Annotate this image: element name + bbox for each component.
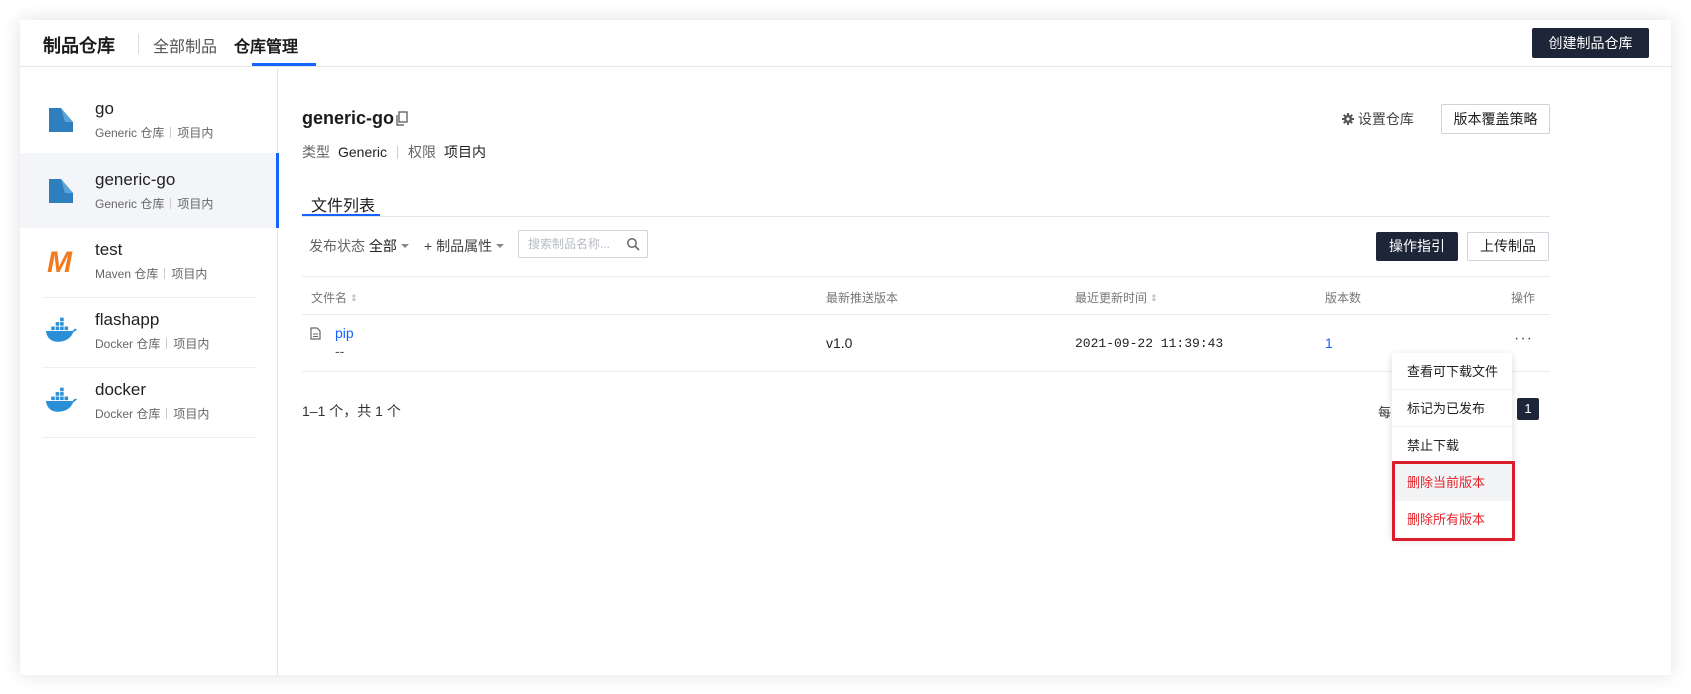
status-filter-label: 发布状态 — [309, 238, 365, 254]
chevron-down-icon — [496, 244, 505, 248]
menu-item-disable-download[interactable]: 禁止下载 — [1392, 427, 1512, 464]
repo-type: Docker 仓库 — [95, 337, 161, 351]
top-header: 制品仓库 全部制品 仓库管理 创建制品仓库 — [20, 20, 1671, 67]
attribute-filter-label: + 制品属性 — [424, 238, 493, 254]
sidebar-item-docker[interactable]: docker Docker 仓库 项目内 — [20, 363, 278, 438]
maven-icon: M — [47, 246, 73, 277]
repo-scope: 项目内 — [171, 267, 208, 281]
version-count-link[interactable]: 1 — [1325, 335, 1333, 351]
repo-name: test — [95, 240, 123, 259]
tab-repo-management[interactable]: 仓库管理 — [234, 33, 298, 57]
file-description: -- — [335, 343, 345, 359]
type-label: 类型 — [302, 144, 330, 160]
version-policy-button[interactable]: 版本覆盖策略 — [1441, 104, 1550, 134]
app-window: 制品仓库 全部制品 仓库管理 创建制品仓库 go Generic 仓库项目内 — [20, 20, 1671, 675]
docker-icon — [45, 387, 77, 412]
tabs-divider — [302, 216, 1550, 217]
brand-title: 制品仓库 — [43, 36, 115, 56]
status-filter-dropdown[interactable]: 发布状态 全部 — [309, 236, 409, 256]
pagination-summary: 1–1 个，共 1 个 — [302, 403, 401, 419]
column-header-actions: 操作 — [1511, 291, 1536, 305]
page-button-current[interactable]: 1 — [1517, 398, 1539, 420]
sidebar-item-test[interactable]: M test Maven 仓库 项目内 — [20, 223, 278, 298]
menu-item-delete-current-version[interactable]: 删除当前版本 — [1392, 464, 1512, 501]
attribute-filter-dropdown[interactable]: + 制品属性 — [424, 236, 505, 256]
repo-meta-row: 类型 Generic 权限 项目内 — [302, 142, 486, 162]
more-actions-icon[interactable]: ··· — [1514, 330, 1533, 348]
repo-name: generic-go — [95, 170, 176, 189]
repo-type: Docker 仓库 — [95, 407, 161, 421]
header-divider — [138, 34, 139, 54]
repo-meta: Generic 仓库 项目内 — [95, 124, 213, 141]
repo-scope: 项目内 — [173, 337, 210, 351]
settings-link-label: 设置仓库 — [1357, 111, 1414, 127]
column-header-name[interactable]: 文件名 ⇕ — [311, 289, 358, 306]
repo-type: Generic 仓库 — [95, 126, 165, 140]
repo-name: flashapp — [95, 310, 160, 329]
active-tab-indicator — [252, 63, 316, 66]
page-size-label: 每 — [1378, 405, 1392, 420]
sort-icon: ⇕ — [350, 293, 358, 303]
repo-title: generic-go — [302, 108, 395, 128]
menu-item-mark-published[interactable]: 标记为已发布 — [1392, 390, 1512, 427]
repo-scope: 项目内 — [177, 197, 214, 211]
repo-scope: 项目内 — [177, 126, 214, 140]
repo-meta: Docker 仓库 项目内 — [95, 335, 209, 352]
file-name-link[interactable]: pip — [335, 325, 354, 341]
docker-icon — [45, 317, 77, 342]
table-header-border — [302, 314, 1550, 315]
guide-button[interactable]: 操作指引 — [1376, 232, 1458, 261]
repo-sidebar: go Generic 仓库 项目内 generic-go Generic 仓库 项目… — [20, 68, 279, 675]
sidebar-item-generic-go[interactable]: generic-go Generic 仓库 项目内 — [20, 153, 279, 228]
table-row-border — [302, 371, 1550, 372]
sidebar-item-flashapp[interactable]: flashapp Docker 仓库 项目内 — [20, 293, 278, 368]
row-actions-menu: 查看可下载文件 标记为已发布 禁止下载 删除当前版本 删除所有版本 — [1392, 353, 1512, 538]
sidebar-item-go[interactable]: go Generic 仓库 项目内 — [20, 82, 278, 157]
search-icon[interactable] — [626, 237, 640, 251]
tab-all-artifacts[interactable]: 全部制品 — [153, 33, 217, 57]
create-repo-button[interactable]: 创建制品仓库 — [1532, 28, 1649, 58]
menu-item-delete-all-versions[interactable]: 删除所有版本 — [1392, 501, 1512, 538]
gear-icon — [1342, 113, 1354, 125]
column-header-count: 版本数 — [1325, 291, 1362, 305]
repo-type: Maven 仓库 — [95, 267, 159, 281]
file-icon — [310, 327, 321, 340]
status-filter-value: 全部 — [368, 238, 397, 254]
repo-settings-link[interactable]: 设置仓库 — [1342, 109, 1414, 129]
repo-meta: Generic 仓库 项目内 — [95, 195, 213, 212]
repo-type: Generic 仓库 — [95, 197, 165, 211]
repo-scope: 项目内 — [173, 407, 210, 421]
type-value: Generic — [338, 144, 388, 160]
upload-button[interactable]: 上传制品 — [1467, 232, 1549, 261]
latest-version-cell: v1.0 — [826, 335, 853, 351]
copy-icon[interactable] — [395, 111, 409, 127]
updated-time-cell: 2021-09-22 11:39:43 — [1075, 336, 1224, 351]
repo-meta: Docker 仓库 项目内 — [95, 405, 209, 422]
repo-name: docker — [95, 380, 147, 399]
repo-name: go — [95, 99, 114, 118]
tab-file-list[interactable]: 文件列表 — [311, 192, 375, 216]
column-header-updated[interactable]: 最近更新时间 ⇕ — [1075, 289, 1158, 306]
column-header-latest-version: 最新推送版本 — [826, 291, 899, 305]
permission-value: 项目内 — [444, 144, 487, 160]
repo-meta: Maven 仓库 项目内 — [95, 265, 207, 282]
sort-icon: ⇕ — [1150, 293, 1158, 303]
generic-repo-icon — [49, 179, 73, 203]
chevron-down-icon — [400, 244, 409, 248]
permission-label: 权限 — [408, 144, 437, 160]
table-top-border — [302, 276, 1550, 277]
menu-item-view-downloads[interactable]: 查看可下载文件 — [1392, 353, 1512, 390]
generic-repo-icon — [49, 108, 73, 132]
repo-detail-panel: generic-go 类型 Generic 权限 项目内 设置仓库 版本覆盖策略 文件… — [279, 68, 1671, 675]
svg-text:M: M — [47, 246, 73, 277]
